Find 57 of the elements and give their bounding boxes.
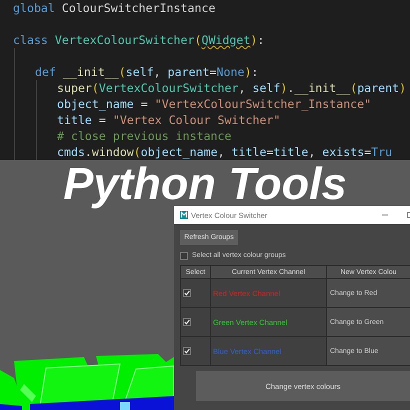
- code-token: (: [92, 80, 99, 96]
- code-token: (: [118, 64, 126, 80]
- code-token: :: [257, 32, 264, 48]
- code-token: title: [57, 112, 92, 128]
- code-token: =: [364, 144, 372, 160]
- code-token: class: [13, 32, 48, 48]
- code-token: QWidget: [201, 32, 250, 48]
- code-token: ,: [154, 64, 162, 80]
- code-token: None: [216, 64, 244, 80]
- code-token: VertexColourSwitcher: [98, 80, 238, 96]
- code-token: "Vertex Colour Switcher": [112, 112, 280, 128]
- code-token: title: [232, 144, 266, 160]
- code-token: ColourSwitcherInstance: [62, 0, 216, 16]
- code-token: ,: [218, 144, 226, 160]
- checkbox[interactable]: [180, 252, 188, 260]
- code-token: (: [134, 144, 141, 160]
- code-token: .: [84, 144, 92, 160]
- code-comment: # close previous instance: [57, 128, 232, 144]
- code-token: object_name: [57, 96, 134, 112]
- code-token: parent: [168, 64, 210, 80]
- code-token: =: [98, 112, 107, 128]
- code-token: "VertexColourSwitcher_Instance": [154, 96, 372, 112]
- code-token: window: [92, 144, 134, 160]
- code-token: Tru: [371, 144, 392, 160]
- code-token: (: [350, 80, 358, 96]
- code-token: ): [250, 32, 258, 48]
- code-token: title: [273, 144, 308, 160]
- code-token: self: [252, 80, 280, 96]
- code-token: VertexColourSwitcher: [54, 32, 194, 48]
- code-token: :: [251, 64, 258, 80]
- code-token: global: [13, 0, 55, 16]
- code-token: def: [35, 64, 56, 80]
- app-logo-icon: [180, 211, 188, 219]
- code-token: __init__: [62, 64, 119, 80]
- code-token: =: [266, 144, 274, 160]
- code-token: ): [280, 80, 288, 96]
- code-token: =: [140, 96, 149, 112]
- code-token: super: [57, 80, 92, 96]
- code-token: (: [194, 32, 202, 48]
- checkbox[interactable]: [183, 347, 191, 355]
- code-token: ): [244, 64, 252, 80]
- code-token: ): [399, 80, 406, 96]
- maximize-icon[interactable]: [407, 212, 410, 218]
- code-token: object_name: [140, 144, 218, 160]
- minimize-icon[interactable]: [382, 214, 388, 216]
- code-token: __init__: [294, 80, 350, 96]
- code-token: ,: [238, 80, 246, 96]
- code-token: exists: [322, 144, 364, 160]
- code-token: self: [126, 64, 154, 80]
- checkbox[interactable]: [183, 289, 191, 297]
- code-token: .: [287, 80, 294, 96]
- code-token: ,: [308, 144, 316, 160]
- code-token: cmds: [57, 144, 85, 160]
- code-token: =: [210, 64, 217, 80]
- code-token: parent: [357, 80, 400, 96]
- banner-title: Python Tools: [62, 160, 348, 208]
- checkbox[interactable]: [183, 318, 191, 326]
